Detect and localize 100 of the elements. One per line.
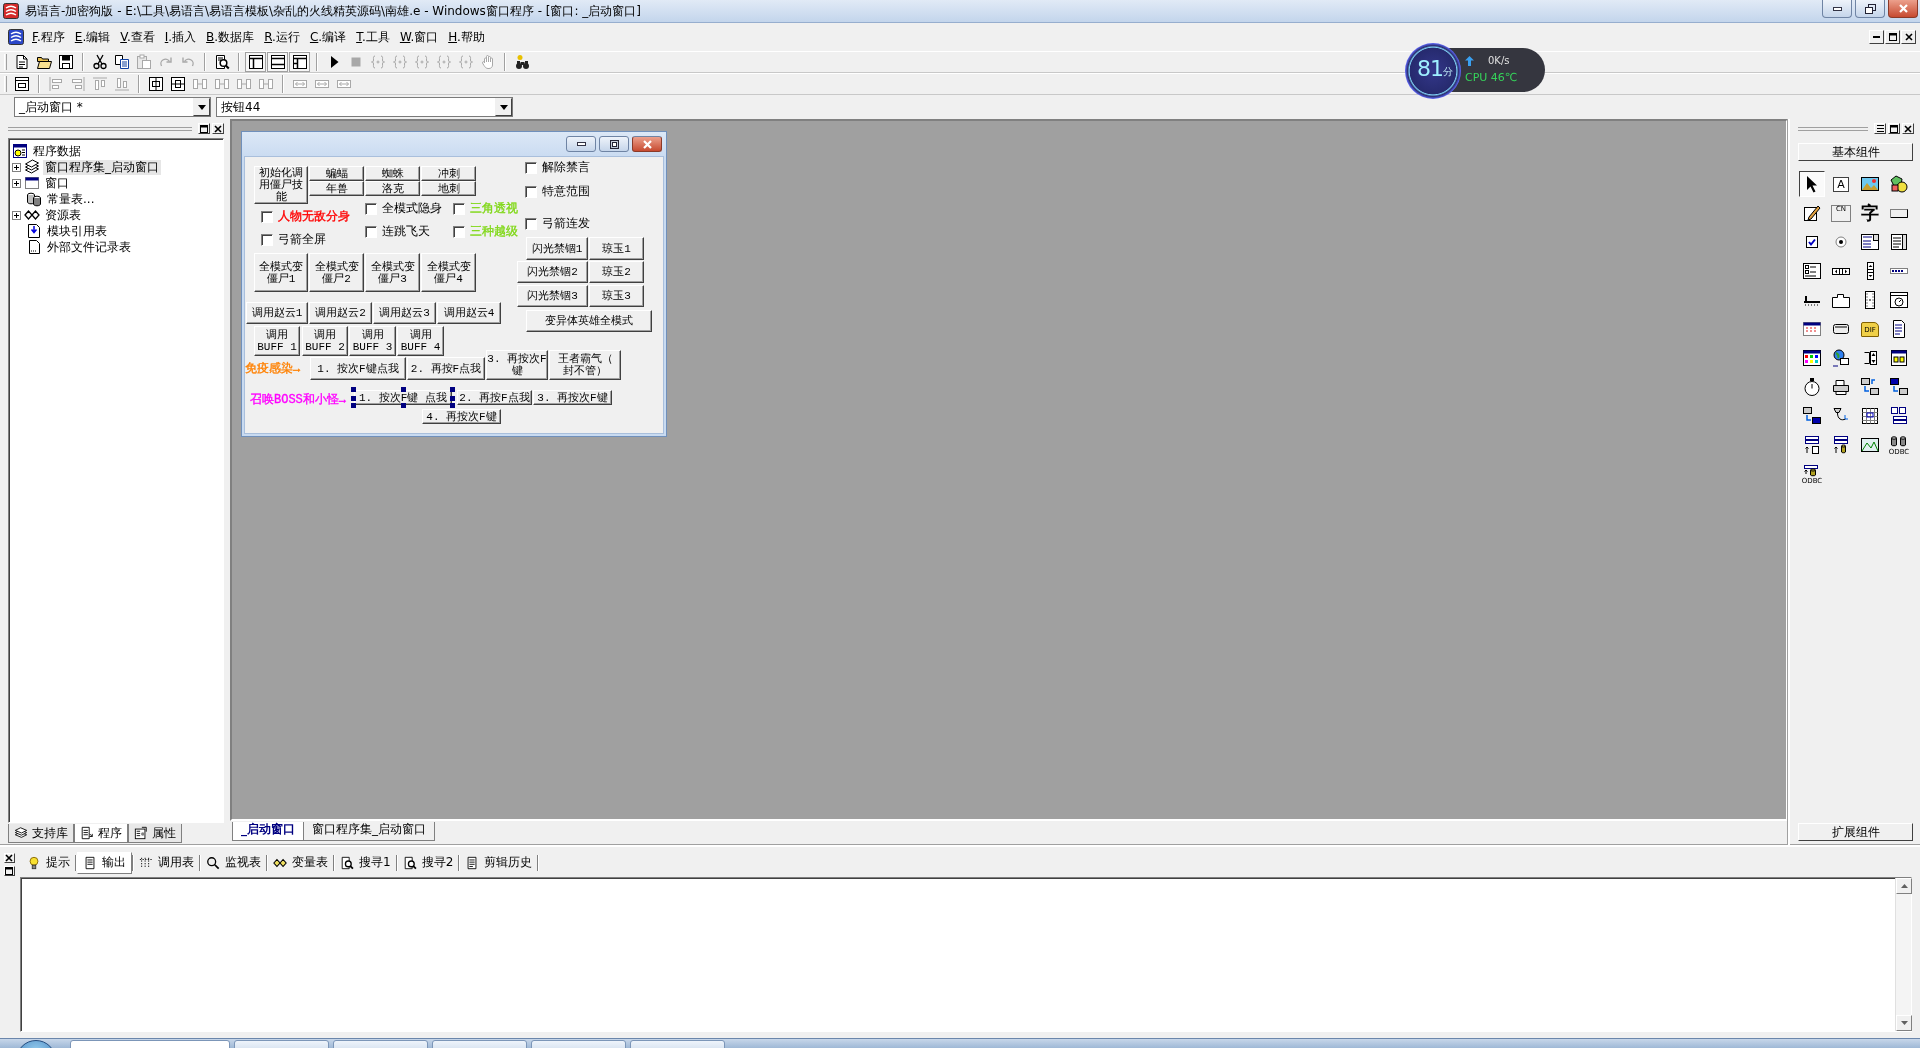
form-button[interactable]: 2. 再按F点我 <box>407 357 485 380</box>
checkbox[interactable] <box>261 211 273 223</box>
menu-item[interactable]: I.插入 <box>160 27 201 47</box>
menu-item[interactable]: R.运行 <box>260 27 304 47</box>
form-button[interactable]: 2. 再按F点我 <box>457 390 532 405</box>
checkbox[interactable] <box>453 203 465 215</box>
form-button[interactable]: 变异体英雄全模式 <box>526 310 652 332</box>
menu-item[interactable]: B.数据库 <box>202 27 259 47</box>
form-button[interactable]: 全模式变僵尸4 <box>421 253 476 292</box>
menu-item[interactable]: F.程序 <box>28 27 69 47</box>
toolbar-button[interactable] <box>289 52 310 72</box>
menu-item[interactable]: W.窗口 <box>395 27 443 47</box>
expand-icon[interactable] <box>12 178 21 188</box>
form-button[interactable]: 蝙蝠 <box>309 166 364 181</box>
form-button[interactable]: 年兽 <box>309 181 364 196</box>
form-button[interactable]: 洛克 <box>365 181 420 196</box>
panel-tab[interactable]: 搜寻2 <box>397 851 459 874</box>
form-button[interactable]: 蜘蛛 <box>365 166 420 181</box>
menu-item[interactable]: T.工具 <box>352 27 394 47</box>
form-button[interactable]: 调用BUFF 3 <box>349 326 396 356</box>
expand-icon[interactable] <box>12 162 21 172</box>
maximize-button[interactable] <box>599 136 629 152</box>
form-button[interactable]: 冲刺 <box>421 166 476 181</box>
scroll-up-button[interactable] <box>1896 878 1912 894</box>
dropdown-button[interactable] <box>495 98 512 116</box>
form-button[interactable]: 全模式变僵尸3 <box>365 253 420 292</box>
panel-tab[interactable]: 输出 <box>77 851 132 874</box>
minimize-button[interactable] <box>566 136 596 152</box>
menu-item[interactable]: E.编辑 <box>70 27 115 47</box>
scroll-down-button[interactable] <box>1896 1015 1912 1031</box>
panel-tab[interactable]: 支持库 <box>8 824 74 843</box>
document-tab[interactable]: 窗口程序集_启动窗口 <box>303 822 435 841</box>
form-button[interactable]: 琼玉2 <box>589 261 644 283</box>
form-button[interactable]: 3. 再按次F键 <box>533 390 612 405</box>
score-dial[interactable]: 81分 <box>1405 43 1461 99</box>
panel-tab[interactable]: 调用表 <box>134 851 199 874</box>
panel-tab[interactable]: 变量表 <box>268 851 333 874</box>
form-button[interactable]: 调用赵云4 <box>437 302 501 324</box>
checkbox[interactable] <box>525 186 537 198</box>
category-button[interactable]: 扩展组件 <box>1798 823 1913 841</box>
vertical-scrollbar[interactable] <box>1895 878 1911 1031</box>
dropdown-field[interactable]: 按钮44 <box>216 97 513 117</box>
tree-item[interactable]: 外部文件记录表 <box>45 239 133 255</box>
form-button[interactable]: 闪光禁锢1 <box>526 237 588 260</box>
form-button[interactable]: 4. 再按次F键 <box>422 409 501 424</box>
form-button[interactable]: 调用BUFF 2 <box>302 326 348 356</box>
form-button[interactable]: 1. 按次F键点我 <box>310 357 406 380</box>
checkbox[interactable] <box>453 226 465 238</box>
dropdown-button[interactable] <box>193 98 210 116</box>
tree-item[interactable]: 资源表 <box>43 207 83 223</box>
menu-item[interactable]: V.查看 <box>116 27 159 47</box>
category-button[interactable]: 基本组件 <box>1798 143 1913 161</box>
restore-button[interactable] <box>1855 0 1885 18</box>
checkbox[interactable] <box>365 226 377 238</box>
form-button[interactable]: 1. 按次F键 点我 <box>354 390 452 405</box>
tree-item[interactable]: 窗口 <box>43 175 71 191</box>
toolbar-button[interactable] <box>245 52 266 72</box>
tree-item[interactable]: 模块引用表 <box>45 223 109 239</box>
resize-handle[interactable] <box>401 387 406 392</box>
minimize-button[interactable] <box>1822 0 1852 18</box>
panel-tab[interactable]: 剪辑历史 <box>460 851 538 874</box>
tree-item[interactable]: 常量表... <box>45 191 97 207</box>
form-button[interactable]: 全模式变僵尸2 <box>309 253 364 292</box>
tree-item[interactable]: 窗口程序集_启动窗口 <box>43 159 161 175</box>
panel-tab[interactable]: 程序 <box>74 824 128 843</box>
menu-item[interactable]: H.帮助 <box>444 27 489 47</box>
close-button[interactable] <box>1888 0 1918 18</box>
form-button[interactable]: 闪光禁锢3 <box>517 285 588 307</box>
document-tab[interactable]: _启动窗口 <box>232 822 304 841</box>
panel-tab[interactable]: 监视表 <box>201 851 266 874</box>
form-button[interactable]: 调用赵云2 <box>309 302 372 324</box>
form-button[interactable]: 调用赵云3 <box>373 302 436 324</box>
menu-button[interactable] <box>1874 123 1886 134</box>
dropdown-field[interactable]: _启动窗口 * <box>14 97 211 117</box>
form-button[interactable]: 地刺 <box>421 181 476 196</box>
form-button[interactable]: 琼玉1 <box>589 237 644 260</box>
form-button[interactable]: 调用BUFF 4 <box>397 326 444 356</box>
form-button[interactable]: 琼玉3 <box>589 285 644 307</box>
toolbar-button[interactable] <box>267 52 288 72</box>
menu-item[interactable]: C.编译 <box>305 27 351 47</box>
form-button[interactable]: 3. 再按次F键 <box>486 350 548 380</box>
form-button[interactable]: 闪光禁锢2 <box>517 261 588 283</box>
checkbox[interactable] <box>525 162 537 174</box>
checkbox[interactable] <box>261 234 273 246</box>
resize-handle[interactable] <box>401 403 406 408</box>
panel-tab[interactable]: 提示 <box>22 851 75 874</box>
checkbox[interactable] <box>525 218 537 230</box>
panel-tab[interactable]: 搜寻1 <box>335 851 396 874</box>
checkbox[interactable] <box>365 203 377 215</box>
panel-tab[interactable]: 属性 <box>128 824 182 843</box>
form-button[interactable]: 调用BUFF 1 <box>254 326 300 356</box>
toolbox-item[interactable]: 字 <box>1857 200 1883 226</box>
form-button[interactable]: 王者霸气（封不管） <box>549 350 621 380</box>
toolbox-item[interactable]: A <box>1828 171 1854 197</box>
close-button[interactable] <box>632 136 662 152</box>
expand-icon[interactable] <box>12 210 21 220</box>
toolbox-item[interactable] <box>1799 171 1825 197</box>
form-button[interactable]: 初始化调用僵尸技能 <box>254 166 308 204</box>
form-button[interactable]: 调用赵云1 <box>246 302 308 324</box>
form-button[interactable]: 全模式变僵尸1 <box>254 253 308 292</box>
